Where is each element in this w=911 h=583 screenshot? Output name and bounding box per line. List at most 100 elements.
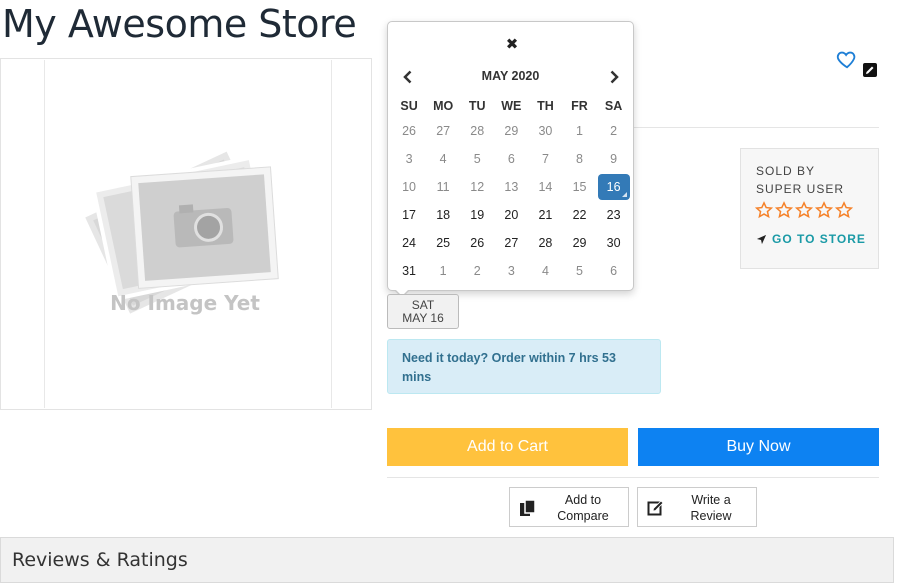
add-to-cart-button[interactable]: Add to Cart — [387, 428, 628, 466]
calendar-day-number: 3 — [507, 264, 515, 278]
add-to-compare-label: Add to Compare — [557, 493, 609, 523]
calendar-day-number: 24 — [402, 236, 416, 250]
weekday-label: WE — [501, 99, 522, 113]
calendar-day-number: 6 — [610, 264, 618, 278]
calendar-day[interactable]: 9 — [597, 145, 631, 173]
calendar-day-selected[interactable]: 16 — [597, 173, 631, 201]
calendar-day[interactable]: 23 — [597, 201, 631, 229]
seller-name: SUPER USER — [756, 182, 845, 196]
chevron-right-icon[interactable] — [606, 69, 622, 85]
calendar-grid: SU MO TU WE TH FR SA 26 27 28 29 30 1 2 3 4 5 6 7 8 9 10 11 12… — [392, 95, 631, 285]
pencil-square-icon — [647, 500, 664, 516]
calendar-day-number: 15 — [572, 180, 587, 194]
calendar-day-number: 6 — [507, 152, 515, 166]
calendar-day[interactable]: 19 — [460, 201, 494, 229]
calendar-day[interactable]: 8 — [562, 145, 596, 173]
calendar-day[interactable]: 29 — [494, 117, 528, 145]
calendar-day-number: 7 — [541, 152, 549, 166]
calendar-day-number: 13 — [504, 180, 519, 194]
calendar-week-row: 26 27 28 29 30 1 2 — [392, 117, 631, 145]
delivery-alert: Need it today? Order within 7 hrs 53 min… — [387, 339, 661, 394]
calendar-day[interactable]: 20 — [494, 201, 528, 229]
location-arrow-icon — [756, 234, 767, 244]
divider — [387, 477, 879, 478]
reviews-ratings-section[interactable]: Reviews & Ratings — [0, 537, 894, 583]
go-to-store-label: GO TO STORE — [772, 232, 866, 246]
calendar-day[interactable]: 27 — [426, 117, 460, 145]
weekday-label: TH — [537, 99, 554, 113]
calendar-day[interactable]: 28 — [460, 117, 494, 145]
calendar-month-label[interactable]: MAY 2020 — [388, 69, 633, 83]
calendar-day[interactable]: 15 — [562, 173, 596, 201]
calendar-day[interactable]: 27 — [494, 229, 528, 257]
calendar-day-number: 29 — [504, 124, 519, 138]
calendar-day[interactable]: 3 — [392, 145, 426, 173]
calendar-day[interactable]: 28 — [528, 229, 562, 257]
edit-icon[interactable] — [863, 63, 877, 77]
calendar-day-number: 29 — [572, 236, 587, 250]
seller-rating-stars — [755, 201, 853, 219]
no-image-text: No Image Yet — [110, 291, 260, 315]
calendar-day[interactable]: 11 — [426, 173, 460, 201]
calendar-day[interactable]: 26 — [392, 117, 426, 145]
calendar-day-number: 2 — [473, 264, 481, 278]
calendar-day-number: 28 — [470, 124, 485, 138]
calendar-day[interactable]: 31 — [392, 257, 426, 285]
calendar-day[interactable]: 2 — [460, 257, 494, 285]
date-picker-popup: ✖ MAY 2020 SU MO TU WE TH FR SA 26 27 28 29 30 1 2 3 4… — [387, 21, 634, 298]
weekday-label: MO — [433, 99, 454, 113]
calendar-weeks: 26 27 28 29 30 1 2 3 4 5 6 7 8 9 10 11 12 13 14 15 16 17 18 19 2… — [392, 117, 631, 285]
calendar-day[interactable]: 29 — [562, 229, 596, 257]
calendar-day[interactable]: 4 — [426, 145, 460, 173]
calendar-day[interactable]: 17 — [392, 201, 426, 229]
calendar-day[interactable]: 2 — [597, 117, 631, 145]
delivery-date-chip[interactable]: SAT MAY 16 — [387, 294, 459, 329]
calendar-day[interactable]: 26 — [460, 229, 494, 257]
calendar-day[interactable]: 1 — [562, 117, 596, 145]
calendar-day[interactable]: 1 — [426, 257, 460, 285]
calendar-day-number: 11 — [436, 180, 450, 194]
divider — [618, 127, 879, 128]
calendar-day[interactable]: 30 — [597, 229, 631, 257]
calendar-day-number: 25 — [436, 236, 451, 250]
calendar-day[interactable]: 25 — [426, 229, 460, 257]
calendar-week-row: 31 1 2 3 4 5 6 — [392, 257, 631, 285]
calendar-day-number: 8 — [576, 152, 583, 166]
calendar-day-number: 5 — [576, 264, 583, 278]
calendar-day[interactable]: 5 — [562, 257, 596, 285]
calendar-day-number: 26 — [402, 124, 416, 138]
star-icon — [815, 201, 833, 219]
calendar-day[interactable]: 7 — [528, 145, 562, 173]
calendar-day-number: 26 — [470, 236, 485, 250]
calendar-day[interactable]: 30 — [528, 117, 562, 145]
calendar-day[interactable]: 24 — [392, 229, 426, 257]
calendar-day[interactable]: 6 — [494, 145, 528, 173]
write-review-label: Write a Review — [690, 493, 732, 523]
close-icon[interactable]: ✖ — [504, 37, 520, 53]
calendar-day-number: 27 — [436, 124, 451, 138]
calendar-day[interactable]: 22 — [562, 201, 596, 229]
calendar-day[interactable]: 14 — [528, 173, 562, 201]
calendar-week-row: 3 4 5 6 7 8 9 — [392, 145, 631, 173]
calendar-day[interactable]: 4 — [528, 257, 562, 285]
calendar-header: MAY 2020 — [388, 66, 633, 88]
write-review-button[interactable]: Write a Review — [637, 487, 757, 527]
calendar-day[interactable]: 18 — [426, 201, 460, 229]
calendar-day[interactable]: 10 — [392, 173, 426, 201]
calendar-week-row: 24 25 26 27 28 29 30 — [392, 229, 631, 257]
calendar-day-number: 22 — [572, 208, 587, 222]
go-to-store-link[interactable]: GO TO STORE — [756, 232, 866, 246]
calendar-day-number: 16 — [606, 180, 621, 194]
store-title: My Awesome Store — [2, 2, 357, 46]
calendar-day-number: 31 — [402, 264, 416, 278]
calendar-day[interactable]: 21 — [528, 201, 562, 229]
calendar-day[interactable]: 12 — [460, 173, 494, 201]
buy-now-button[interactable]: Buy Now — [638, 428, 879, 466]
calendar-day[interactable]: 13 — [494, 173, 528, 201]
add-to-compare-button[interactable]: Add to Compare — [509, 487, 629, 527]
calendar-day[interactable]: 3 — [494, 257, 528, 285]
heart-icon[interactable] — [836, 48, 858, 70]
calendar-day[interactable]: 5 — [460, 145, 494, 173]
product-image-frame: No Image Yet — [0, 58, 372, 410]
calendar-day[interactable]: 6 — [597, 257, 631, 285]
